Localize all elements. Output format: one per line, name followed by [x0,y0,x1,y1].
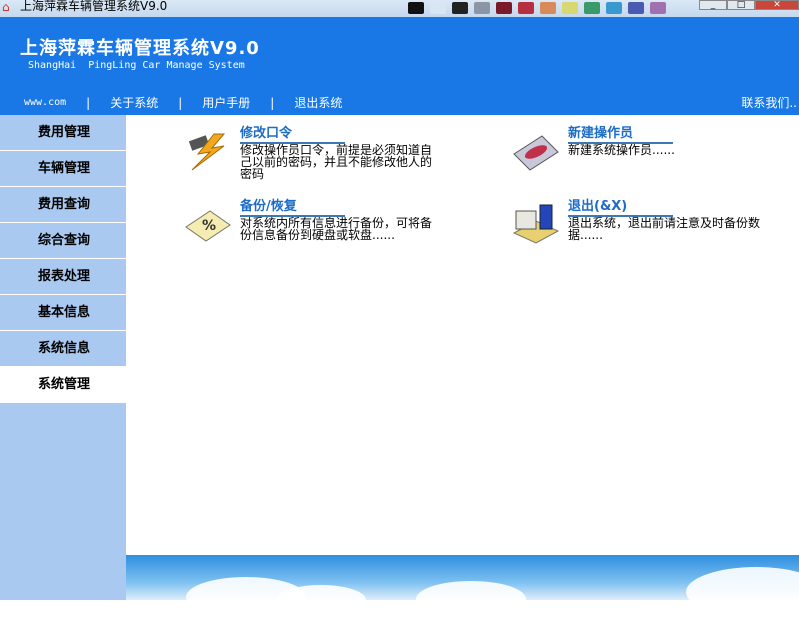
app-header: 上海萍霖车辆管理系统V9.0 ShangHai PingLing Car Man… [0,17,799,115]
sky-banner-image [126,555,799,617]
window-title: 上海萍霖车辆管理系统V9.0 [20,0,168,13]
lightning-chip-icon [188,133,226,171]
contact-us-link[interactable]: 联系我们.. [741,94,797,111]
palette-swatch [518,2,534,14]
exit-link[interactable]: 退出(&X) [568,199,673,217]
sidebar-item-basic-info[interactable]: 基本信息 [0,295,126,331]
backup-disk-icon: % [185,210,231,242]
backup-restore-link[interactable]: 备份/恢复 [240,199,345,217]
new-operator-desc: 新建系统操作员...... [568,144,675,156]
minimize-button[interactable]: _ [699,0,727,10]
palette-swatch [562,2,578,14]
nav-about-link[interactable]: 关于系统 [110,94,158,111]
palette-swatch [628,2,644,14]
palette-swatch [474,2,490,14]
palette-swatch [430,2,446,14]
sidebar-item-fee-management[interactable]: 费用管理 [0,115,126,151]
sidebar-item-vehicle-management[interactable]: 车辆管理 [0,151,126,187]
palette-swatch [540,2,556,14]
app-title: 上海萍霖车辆管理系统V9.0 [20,38,260,59]
app-icon: ⌂ [2,0,10,14]
sidebar-item-system-info[interactable]: 系统信息 [0,331,126,367]
sidebar-item-reports[interactable]: 报表处理 [0,259,126,295]
palette-swatch [606,2,622,14]
maximize-button[interactable]: □ [727,0,755,10]
nav-www-link[interactable]: www.com [24,97,66,108]
nav-manual-link[interactable]: 用户手册 [202,94,250,111]
close-button[interactable]: ✕ [755,0,799,10]
top-nav: www.com | 关于系统 | 用户手册 | 退出系统 [24,94,342,111]
nav-separator: | [270,95,275,110]
nav-separator: | [178,95,183,110]
sidebar-item-fee-query[interactable]: 费用查询 [0,187,126,223]
backup-restore-desc: 对系统内所有信息进行备份，可将备份信息备份到硬盘或软盘...... [240,217,433,241]
exit-computer-icon [512,204,560,244]
window-titlebar: ⌂ 上海萍霖车辆管理系统V9.0 _ □ ✕ [0,0,799,17]
background-palette [408,2,666,14]
nav-separator: | [86,95,91,110]
sidebar: 费用管理 车辆管理 费用查询 综合查询 报表处理 基本信息 系统信息 系统管理 [0,115,126,600]
palette-swatch [584,2,600,14]
main-content: 修改口令 修改操作员口令，前提是必须知道自己以前的密码，并且不能修改他人的密码 … [126,115,799,555]
palette-swatch [496,2,512,14]
app-subtitle: ShangHai PingLing Car Manage System [28,60,245,71]
change-password-desc: 修改操作员口令，前提是必须知道自己以前的密码，并且不能修改他人的密码 [240,144,433,180]
palette-swatch [452,2,468,14]
svg-text:%: % [202,218,216,234]
sidebar-item-system-management[interactable]: 系统管理 [0,367,126,403]
palette-swatch [408,2,424,14]
exit-desc: 退出系统，退出前请注意及时备份数据...... [568,217,761,241]
new-operator-icon [513,135,559,171]
nav-exit-link[interactable]: 退出系统 [294,94,342,111]
palette-swatch [650,2,666,14]
sidebar-item-combined-query[interactable]: 综合查询 [0,223,126,259]
new-operator-link[interactable]: 新建操作员 [568,126,673,144]
change-password-link[interactable]: 修改口令 [240,126,345,144]
